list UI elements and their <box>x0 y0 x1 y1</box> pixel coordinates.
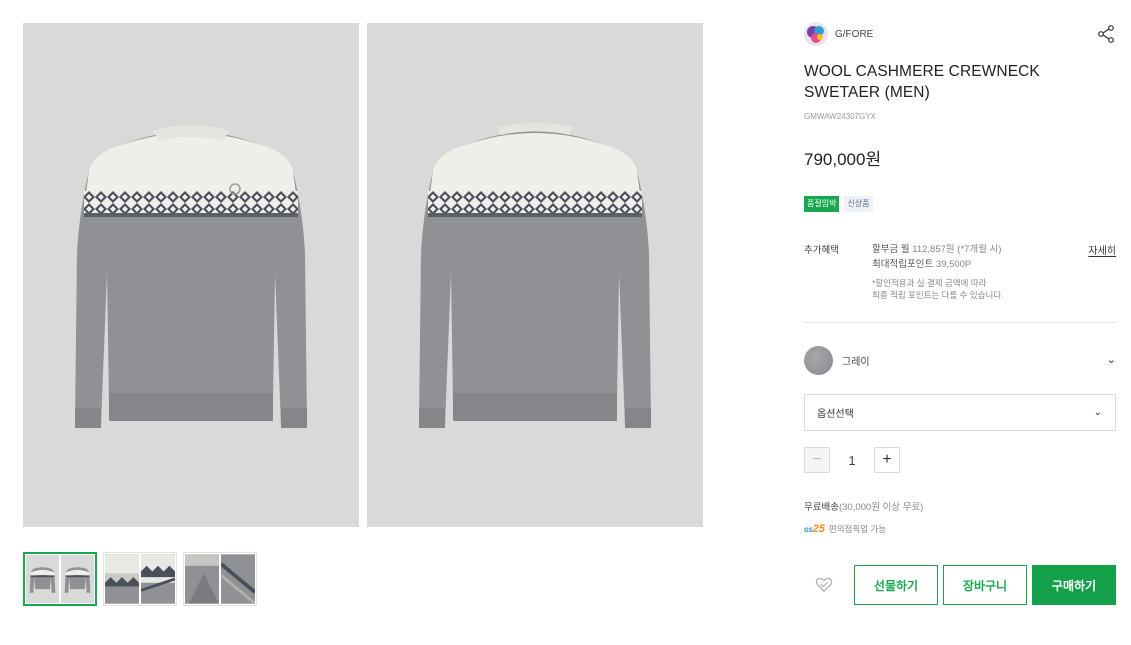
option-select-placeholder: 옵션선택 <box>817 409 854 420</box>
benefit-note-line1: *할인적용과 실 결제 금액에 따라 <box>872 278 987 288</box>
thumbnail-1[interactable] <box>23 552 97 606</box>
divider <box>804 322 1116 323</box>
thumbnail-3[interactable] <box>183 552 257 606</box>
points-label: 최대적립포인트 <box>872 259 934 270</box>
buy-button[interactable]: 구매하기 <box>1032 565 1116 605</box>
gs25-pickup-text: 편의점픽업 가능 <box>828 524 887 534</box>
quantity-stepper: − 1 + <box>804 447 1116 473</box>
tag-list: 품절임박 신상품 <box>804 196 1116 212</box>
color-swatch <box>804 345 833 375</box>
benefit-note: *할인적용과 실 결제 금액에 따라 최종 적립 포인트는 다를 수 있습니다. <box>872 277 1003 301</box>
action-buttons: 선물하기 장바구니 구매하기 <box>804 565 1116 605</box>
installment-prefix: 할부금 월 <box>872 244 910 255</box>
color-name: 그레이 <box>842 356 870 368</box>
option-select[interactable]: 옵션선택 ⌄ <box>804 394 1116 431</box>
cart-button[interactable]: 장바구니 <box>943 565 1027 605</box>
chevron-down-icon: ⌄ <box>1106 354 1116 366</box>
quantity-minus-button[interactable]: − <box>804 447 830 473</box>
brand-logo-icon[interactable] <box>804 22 828 46</box>
product-code: GMWAW24307GYX <box>804 112 876 121</box>
shipping-label: 무료배송 <box>804 502 839 513</box>
share-icon[interactable] <box>1096 24 1116 44</box>
sweater-back-image <box>419 123 651 428</box>
tag-soldout-soon: 품절임박 <box>804 196 840 212</box>
gs25-pickup: GS25 편의점픽업 가능 <box>804 523 1116 535</box>
benefit-section: 추가혜택 할부금 월 112,857원 (*7개월 시) 최대적립포인트 39,… <box>804 242 1116 301</box>
product-title: WOOL CASHMERE CREWNECK SWETAER (MEN) <box>804 63 1040 101</box>
product-image-back[interactable] <box>367 23 703 527</box>
thumbnail-2[interactable] <box>103 552 177 606</box>
thumbnail-strip <box>23 552 257 606</box>
benefit-note-line2: 최종 적립 포인트는 다를 수 있습니다. <box>872 290 1004 300</box>
benefit-body: 할부금 월 112,857원 (*7개월 시) 최대적립포인트 39,500P … <box>872 242 1003 301</box>
gs25-logo-icon: GS25 <box>804 523 825 535</box>
points-value: 39,500P <box>935 259 972 270</box>
product-image-front[interactable] <box>23 23 359 527</box>
wishlist-heart-icon[interactable] <box>804 565 844 605</box>
installment-suffix: (*7개월 시) <box>957 244 1002 255</box>
shipping-info: 무료배송(30,000원 이상 무료) <box>804 499 1116 513</box>
benefit-label: 추가혜택 <box>804 245 839 256</box>
product-info-panel: G/FORE WOOL CASHMERE CREWNECK SWETAER (M… <box>804 20 1116 605</box>
sweater-front-image <box>75 125 307 428</box>
gift-button[interactable]: 선물하기 <box>854 565 938 605</box>
installment-value: 112,857원 <box>912 244 955 255</box>
quantity-plus-button[interactable]: + <box>874 447 900 473</box>
color-selector[interactable]: 그레이 ⌄ <box>804 345 1116 375</box>
benefit-detail-link[interactable]: 자세히 <box>1088 242 1116 257</box>
quantity-value: 1 <box>848 452 856 468</box>
tag-new: 신상품 <box>844 196 873 212</box>
product-price: 790,000원 <box>804 150 882 169</box>
brand-name[interactable]: G/FORE <box>835 29 873 40</box>
chevron-down-icon: ⌄ <box>1093 407 1102 418</box>
shipping-condition: (30,000원 이상 무료) <box>838 502 924 513</box>
brand-row: G/FORE <box>804 20 1116 48</box>
